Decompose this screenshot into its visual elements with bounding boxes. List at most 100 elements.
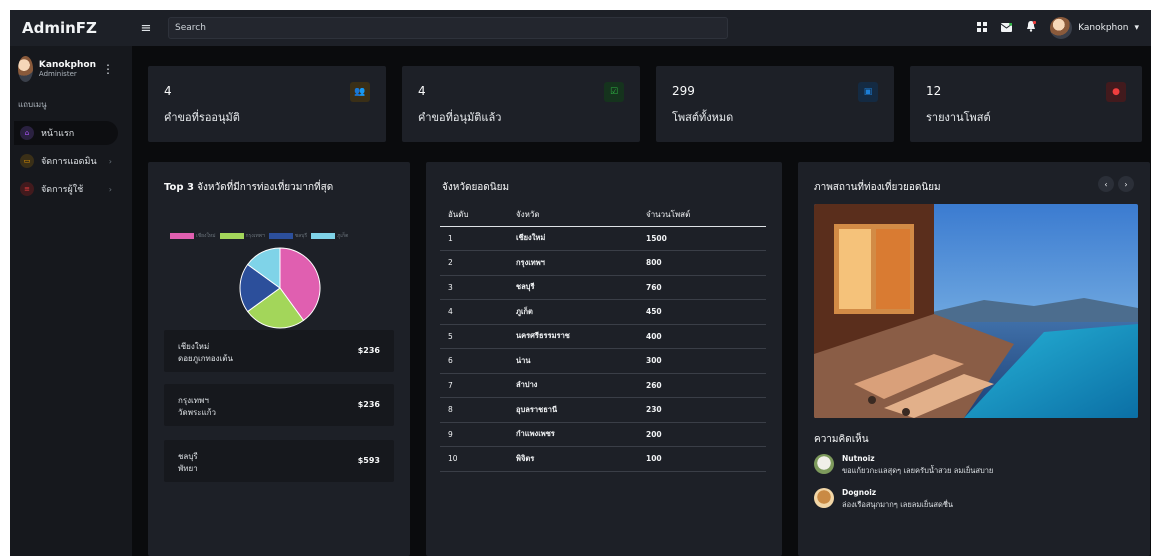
sidebar-item-home[interactable]: ⌂ หน้าแรก <box>14 121 118 145</box>
province-cell: ภูเก็ต <box>508 299 638 325</box>
commenter-name: Nutnoiz <box>842 454 875 463</box>
province-cell: นครศรีธรรมราช <box>508 324 638 349</box>
stat-card-pending[interactable]: 4 คำขอที่รออนุมัติ 👥 <box>148 66 386 142</box>
comment-item: Dognoiz ล่องเรือสนุกมากๆ เลยลมเย็นสดชื่น <box>814 488 953 511</box>
column-header[interactable]: จังหวัด <box>508 204 638 227</box>
gallery-title: ภาพสถานที่ท่องเที่ยวยอดนิยม <box>814 182 941 193</box>
place-name: พัทยา <box>178 464 198 473</box>
table-row[interactable]: 8 อุบลราชธานี 230 <box>440 397 766 423</box>
legend-item[interactable]: เชียงใหม่ <box>170 232 216 240</box>
stat-value: 12 <box>926 84 942 98</box>
search-input[interactable]: Search <box>168 17 728 39</box>
commenter-avatar <box>814 488 834 508</box>
sidebar-item-label: จัดการแอดมิน <box>41 157 97 167</box>
post-count-cell: 760 <box>638 275 766 300</box>
column-header[interactable]: จำนวนโพสต์ <box>638 204 766 227</box>
sidebar-item-users[interactable]: ≡ จัดการผู้ใช้ › <box>14 177 118 201</box>
check-square-icon: ☑ <box>604 82 624 102</box>
profile-role: Administer <box>38 70 77 78</box>
prev-button[interactable]: ‹ <box>1098 176 1114 192</box>
chevron-right-icon: › <box>108 156 112 166</box>
place-name: วัดพระแก้ว <box>178 408 217 417</box>
rank-cell: 6 <box>440 348 508 374</box>
table-row[interactable]: 3 ชลบุรี 760 <box>440 275 766 300</box>
stat-label: คำขอที่อนุมัติแล้ว <box>418 111 502 124</box>
post-count-cell: 1500 <box>638 226 766 251</box>
stat-label: โพสต์ทั้งหมด <box>672 111 734 124</box>
stat-label: คำขอที่รออนุมัติ <box>164 111 240 124</box>
sidebar-item-label: หน้าแรก <box>41 129 75 139</box>
table-row[interactable]: 1 เชียงใหม่ 1500 <box>440 226 766 251</box>
post-count-cell: 300 <box>638 348 766 374</box>
chevron-down-icon: ▾ <box>1134 23 1139 33</box>
legend-item[interactable]: ชลบุรี <box>268 232 307 240</box>
top-bar: AdminFZ ≡ Search Kanokphon ▾ <box>10 10 1151 46</box>
menu-toggle-icon[interactable]: ≡ <box>132 21 160 36</box>
legend-item[interactable]: ภูเก็ต <box>311 232 348 240</box>
stat-value: 4 <box>164 84 172 98</box>
table-row[interactable]: 7 ลำปาง 260 <box>440 373 766 398</box>
comments-title: ความคิดเห็น <box>814 434 869 445</box>
province-amount: $236 <box>357 346 380 355</box>
profile-name: Kanokphon <box>38 60 96 70</box>
province-cell: กำแพงเพชร <box>508 422 638 447</box>
users-icon: ≡ <box>20 182 34 196</box>
sidebar-item-admin[interactable]: ▭ จัดการแอดมิน › <box>14 149 118 173</box>
bell-icon[interactable] <box>1026 20 1037 35</box>
stat-card-posts[interactable]: 299 โพสต์ทั้งหมด ▣ <box>656 66 894 142</box>
table-row[interactable]: 6 น่าน 300 <box>440 348 766 374</box>
province-cell: น่าน <box>508 348 638 374</box>
comment-text: ล่องเรือสนุกมากๆ เลยลมเย็นสดชื่น <box>842 500 954 509</box>
user-menu[interactable]: Kanokphon ▾ <box>1050 17 1139 39</box>
chevron-right-icon: › <box>108 184 112 194</box>
mail-icon[interactable] <box>1000 21 1013 35</box>
brand-logo[interactable]: AdminFZ <box>10 19 132 37</box>
rank-cell: 5 <box>440 324 508 349</box>
province-amount: $236 <box>357 400 380 409</box>
alert-icon: ● <box>1106 82 1126 102</box>
gallery-photo[interactable] <box>814 204 1138 418</box>
post-count-cell: 800 <box>638 250 766 276</box>
more-vertical-icon[interactable]: ⋮ <box>102 62 114 76</box>
table-row[interactable]: 5 นครศรีธรรมราช 400 <box>440 324 766 349</box>
rank-cell: 9 <box>440 422 508 447</box>
column-header[interactable]: อันดับ <box>440 204 508 227</box>
user-avatar <box>1050 17 1073 39</box>
table-row[interactable]: 10 พิจิตร 100 <box>440 446 766 472</box>
chart-legend: เชียงใหม่ กรุงเทพฯ ชลบุรี ภูเก็ต <box>170 232 348 240</box>
table-row[interactable]: 2 กรุงเทพฯ 800 <box>440 250 766 276</box>
home-icon: ⌂ <box>20 126 34 140</box>
post-count-cell: 400 <box>638 324 766 349</box>
sidebar: Kanokphon Administer ⋮ แถบเมนู ⌂ หน้าแรก… <box>10 46 122 556</box>
popular-title: จังหวัดยอดนิยม <box>442 182 510 193</box>
main-content: 4 คำขอที่รออนุมัติ 👥 4 คำขอที่อนุมัติแล้… <box>132 46 1151 556</box>
stat-card-approved[interactable]: 4 คำขอที่อนุมัติแล้ว ☑ <box>402 66 640 142</box>
province-item[interactable]: เชียงใหม่ ดอยภูเกทองเต้น $236 <box>164 330 394 372</box>
table-row[interactable]: 9 กำแพงเพชร 200 <box>440 422 766 447</box>
next-button[interactable]: › <box>1118 176 1134 192</box>
rank-cell: 1 <box>440 226 508 251</box>
province-cell: พิจิตร <box>508 446 638 472</box>
legend-item[interactable]: กรุงเทพฯ <box>219 232 265 240</box>
rank-cell: 4 <box>440 299 508 325</box>
stat-value: 299 <box>672 84 695 98</box>
top3-title: Top 3 จังหวัดที่มีการท่องเที่ยวมากที่สุด <box>164 182 334 193</box>
province-amount: $593 <box>357 456 380 465</box>
app-frame: AdminFZ ≡ Search Kanokphon ▾ Kanokphon A… <box>10 10 1151 556</box>
post-count-cell: 260 <box>638 373 766 398</box>
province-cell: ลำปาง <box>508 373 638 398</box>
comment-text: ขอแก้ยวกะแลสุดๆ เลยครับน้ำสวย ลมเย็นสบาย <box>842 466 994 475</box>
table-row[interactable]: 4 ภูเก็ต 450 <box>440 299 766 325</box>
top-icons: Kanokphon ▾ <box>977 17 1151 39</box>
stat-card-reports[interactable]: 12 รายงานโพสต์ ● <box>910 66 1142 142</box>
province-item[interactable]: กรุงเทพฯ วัดพระแก้ว $236 <box>164 384 394 426</box>
stat-label: รายงานโพสต์ <box>926 111 991 124</box>
table-header-row: อันดับ จังหวัด จำนวนโพสต์ <box>440 204 766 227</box>
stat-value: 4 <box>418 84 426 98</box>
grid-icon[interactable] <box>977 21 988 35</box>
post-count-cell: 450 <box>638 299 766 325</box>
place-name: ดอยภูเกทองเต้น <box>178 354 233 363</box>
province-item[interactable]: ชลบุรี พัทยา $593 <box>164 440 394 482</box>
layers-icon: ▣ <box>858 82 878 102</box>
province-cell: อุบลราชธานี <box>508 397 638 423</box>
